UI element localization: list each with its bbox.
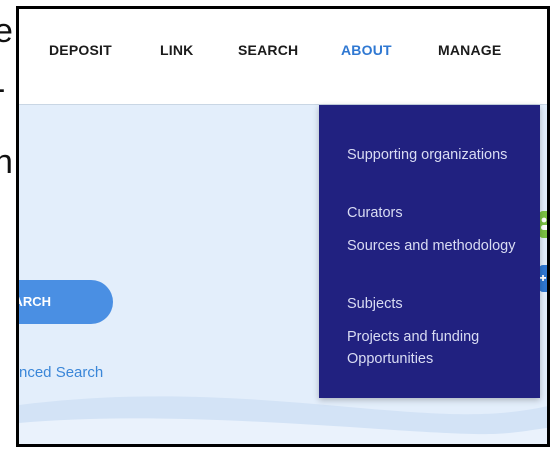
partial-text-glyph: e	[0, 12, 13, 50]
nav-about[interactable]: ABOUT	[341, 42, 392, 58]
partial-text-glyph: -	[0, 72, 5, 106]
add-user-icon-glyph	[540, 275, 546, 281]
menu-item-supporting-organizations[interactable]: Supporting organizations	[347, 144, 527, 166]
nav-deposit[interactable]: DEPOSIT	[49, 42, 112, 58]
advanced-search-link[interactable]: nced Search	[19, 364, 103, 381]
users-icon[interactable]	[539, 211, 547, 238]
browser-viewport: DEPOSIT LINK SEARCH ABOUT MANAGE EARCH n…	[16, 6, 550, 447]
partial-text-glyph: n	[0, 143, 13, 181]
search-button[interactable]: EARCH	[19, 280, 113, 324]
users-icon-glyph	[541, 217, 547, 230]
left-window-fragment: e - n	[0, 0, 16, 455]
menu-item-curators[interactable]: Curators	[347, 202, 527, 224]
nav-link[interactable]: LINK	[160, 42, 193, 58]
top-navigation: DEPOSIT LINK SEARCH ABOUT MANAGE	[19, 9, 547, 105]
about-dropdown-menu: Supporting organizations Curators Source…	[319, 105, 540, 398]
add-user-icon[interactable]	[539, 265, 547, 292]
menu-item-projects-funding[interactable]: Projects and funding Opportunities	[347, 326, 527, 370]
menu-item-sources-methodology[interactable]: Sources and methodology	[347, 235, 527, 257]
nav-search[interactable]: SEARCH	[238, 42, 298, 58]
nav-manage[interactable]: MANAGE	[438, 42, 501, 58]
menu-item-subjects[interactable]: Subjects	[347, 293, 527, 315]
